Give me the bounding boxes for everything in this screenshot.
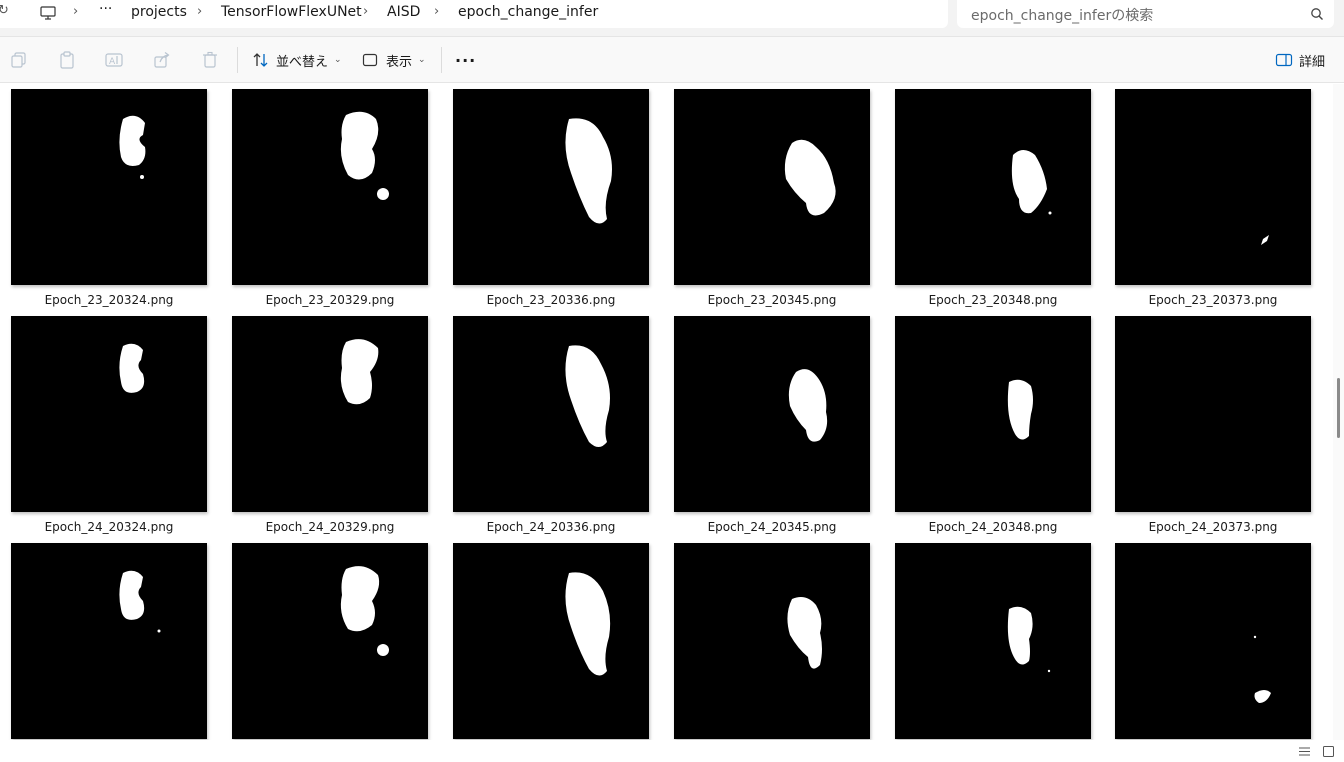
file-name[interactable]: Epoch_23_20345.png [672,293,872,307]
paste-icon[interactable] [58,51,76,69]
file-thumbnail[interactable] [1115,543,1311,739]
status-bar [0,740,1344,758]
file-item[interactable]: Epoch_23_20348.png [895,89,1091,307]
file-thumbnail[interactable] [232,543,428,739]
file-thumbnail[interactable] [1115,89,1311,285]
file-name[interactable]: Epoch_24_20373.png [1113,520,1313,534]
file-item[interactable]: Epoch_24_20348.png [895,316,1091,534]
file-item[interactable] [453,543,649,740]
file-item[interactable]: Epoch_23_20345.png [674,89,870,307]
file-item[interactable] [674,543,870,740]
breadcrumb-item-current[interactable]: epoch_change_infer [458,4,598,20]
file-grid: Epoch_23_20324.png Epoch_23_20329.png Epoc… [0,84,1332,740]
file-item[interactable] [232,543,428,740]
file-name[interactable]: Epoch_24_20329.png [230,520,430,534]
share-icon[interactable] [153,51,171,69]
file-thumbnail[interactable] [232,89,428,285]
file-item[interactable] [11,543,207,740]
file-thumbnail[interactable] [674,316,870,512]
file-name[interactable]: Epoch_23_20336.png [451,293,651,307]
scrollbar-thumb[interactable] [1337,378,1340,438]
file-thumbnail[interactable] [674,543,870,739]
file-name[interactable]: Epoch_23_20373.png [1113,293,1313,307]
file-name[interactable]: Epoch_24_20324.png [9,520,209,534]
file-name[interactable]: Epoch_24_20348.png [893,520,1093,534]
file-item[interactable]: Epoch_24_20324.png [11,316,207,534]
chevron-right-icon[interactable]: › [197,4,202,19]
breadcrumb-overflow[interactable]: ··· [99,1,112,17]
rename-icon[interactable]: A [105,51,123,69]
chevron-right-icon[interactable]: › [434,4,439,19]
breadcrumb-item-aisd[interactable]: AISD [387,4,420,20]
chevron-down-icon: ⌄ [418,55,426,65]
file-thumbnail[interactable] [895,543,1091,739]
large-icons-view-icon[interactable] [1322,743,1335,757]
details-view-icon[interactable] [1298,743,1311,756]
file-thumbnail[interactable] [895,89,1091,285]
file-thumbnail[interactable] [895,316,1091,512]
refresh-icon[interactable]: ↻ [0,3,9,18]
file-name[interactable]: Epoch_24_20345.png [672,520,872,534]
sort-icon [252,51,270,69]
file-item[interactable] [1115,543,1311,740]
address-bar-row: ↻ › ··· projects › TensorFlowFlexUNet › … [0,0,1344,37]
file-thumbnail[interactable] [11,316,207,512]
svg-text:A: A [109,57,116,67]
copy-icon[interactable] [10,51,28,69]
view-button[interactable]: 表示 ⌄ [362,49,426,71]
view-label: 表示 [386,54,413,70]
this-pc-icon[interactable] [40,5,56,21]
delete-icon[interactable] [201,51,219,69]
file-item[interactable] [895,543,1091,740]
file-thumbnail[interactable] [453,316,649,512]
file-name[interactable]: Epoch_23_20348.png [893,293,1093,307]
file-item[interactable]: Epoch_24_20329.png [232,316,428,534]
file-thumbnail[interactable] [453,543,649,739]
chevron-down-icon: ⌄ [334,55,342,65]
details-label: 詳細 [1299,54,1326,70]
file-item[interactable]: Epoch_24_20345.png [674,316,870,534]
file-item[interactable]: Epoch_24_20373.png [1115,316,1311,534]
file-name[interactable]: Epoch_24_20336.png [451,520,651,534]
search-input[interactable]: epoch_change_inferの検索 [971,5,1153,25]
more-options-button[interactable]: ··· [455,49,476,71]
details-pane-icon [1275,52,1293,68]
file-thumbnail[interactable] [453,89,649,285]
breadcrumb[interactable]: ↻ › ··· projects › TensorFlowFlexUNet › … [0,0,948,28]
sort-label: 並べ替え [276,54,329,70]
toolbar-divider [441,47,442,73]
search-icon[interactable] [1310,6,1324,20]
file-item[interactable]: Epoch_23_20373.png [1115,89,1311,307]
file-item[interactable]: Epoch_23_20336.png [453,89,649,307]
view-icon [362,52,378,68]
breadcrumb-item-projects[interactable]: projects [131,4,187,20]
chevron-right-icon[interactable]: › [73,4,78,19]
sort-button[interactable]: 並べ替え ⌄ [252,49,342,71]
vertical-scrollbar[interactable] [1333,84,1344,740]
file-thumbnail[interactable] [11,89,207,285]
file-item[interactable]: Epoch_23_20324.png [11,89,207,307]
file-thumbnail[interactable] [11,543,207,739]
file-name[interactable]: Epoch_23_20329.png [230,293,430,307]
file-item[interactable]: Epoch_23_20329.png [232,89,428,307]
search-box[interactable]: epoch_change_inferの検索 [957,0,1334,28]
file-name[interactable]: Epoch_23_20324.png [9,293,209,307]
toolbar-divider [237,47,238,73]
file-item[interactable]: Epoch_24_20336.png [453,316,649,534]
file-thumbnail[interactable] [232,316,428,512]
file-thumbnail[interactable] [674,89,870,285]
breadcrumb-item-tensorflowflexunet[interactable]: TensorFlowFlexUNet [221,4,362,20]
details-button[interactable]: 詳細 [1275,49,1325,71]
chevron-right-icon[interactable]: › [363,4,368,19]
command-bar: A 並べ替え ⌄ 表示 ⌄ ··· 詳細 [0,37,1344,83]
file-thumbnail[interactable] [1115,316,1311,512]
